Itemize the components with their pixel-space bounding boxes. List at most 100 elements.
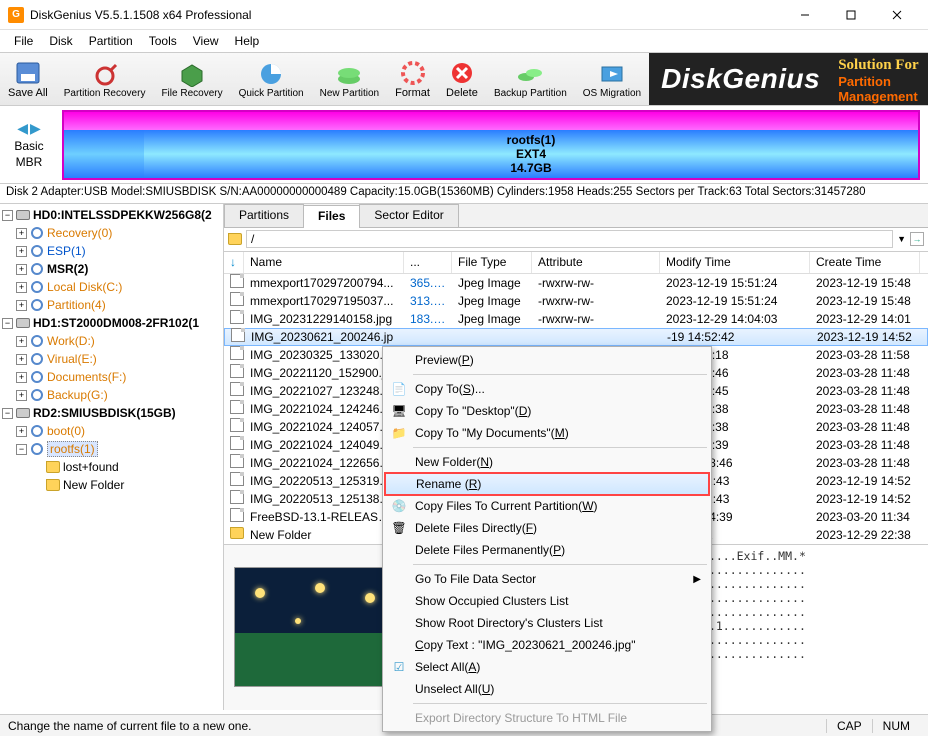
ctx-delete-direct[interactable]: 🗑Delete Files Directly(F) [385, 517, 709, 539]
banner-line2: Partition Management & Data R [838, 74, 928, 106]
disk-mode: Basic [14, 139, 43, 153]
check-icon: ☑ [391, 659, 407, 675]
ctx-rename[interactable]: Rename (R) [385, 473, 709, 495]
file-row[interactable]: mmexport170297195037...313.5...Jpeg Imag… [224, 292, 928, 310]
ctx-root-clusters[interactable]: Show Root Directory's Clusters List [385, 612, 709, 634]
ctx-select-all[interactable]: ☑Select All(A) [385, 656, 709, 678]
status-message: Change the name of current file to a new… [8, 719, 252, 733]
tree-work[interactable]: Work(D:) [47, 334, 95, 348]
tb-os-migration[interactable]: OS Migration [575, 53, 649, 105]
disk-mbr: MBR [16, 155, 43, 169]
tree-localdisk[interactable]: Local Disk(C:) [47, 280, 122, 294]
disk-icon: 💿 [391, 498, 407, 514]
col-arrow[interactable]: ↓ [224, 252, 244, 273]
submenu-arrow-icon: ▶ [693, 574, 701, 585]
ctx-preview[interactable]: Preview(P) [385, 349, 709, 371]
context-menu: Preview(P) 📄Copy To(S)... 🖥Copy To "Desk… [382, 346, 712, 732]
col-mtime[interactable]: Modify Time [660, 252, 810, 273]
ctx-copy-current[interactable]: 💿Copy Files To Current Partition(W) [385, 495, 709, 517]
ctx-export-html: Export Directory Structure To HTML File [385, 707, 709, 729]
tb-new-partition[interactable]: New Partition [312, 53, 387, 105]
path-input[interactable] [246, 230, 893, 248]
menu-help[interactable]: Help [227, 32, 268, 50]
tree-virual[interactable]: Virual(E:) [47, 352, 97, 366]
ctx-unselect-all[interactable]: Unselect All(U) [385, 678, 709, 700]
col-attr[interactable]: Attribute [532, 252, 660, 273]
tree-rootfs[interactable]: rootfs(1) [47, 441, 98, 457]
tb-part-recovery[interactable]: Partition Recovery [56, 53, 154, 105]
tree-boot[interactable]: boot(0) [47, 424, 85, 438]
tb-quick-partition[interactable]: Quick Partition [231, 53, 312, 105]
desktop-icon: 🖥 [391, 403, 407, 419]
go-button[interactable]: → [910, 232, 924, 246]
maximize-button[interactable] [828, 0, 874, 30]
menu-disk[interactable]: Disk [41, 32, 80, 50]
menu-tools[interactable]: Tools [141, 32, 185, 50]
tb-delete[interactable]: Delete [438, 53, 486, 105]
tabs: Partitions Files Sector Editor [224, 204, 928, 228]
tb-backup-partition[interactable]: Backup Partition [486, 53, 575, 105]
close-button[interactable] [874, 0, 920, 30]
file-row[interactable]: mmexport170297200794...365.5...Jpeg Imag… [224, 274, 928, 292]
ctx-delete-perm[interactable]: Delete Files Permanently(P) [385, 539, 709, 561]
disk-map-row: ◀ ▶ Basic MBR rootfs(1) EXT4 14.7GB [0, 106, 928, 184]
menu-file[interactable]: File [6, 32, 41, 50]
tree-lostfound[interactable]: lost+found [63, 460, 119, 474]
tree-msr[interactable]: MSR(2) [47, 262, 88, 276]
col-type[interactable]: File Type [452, 252, 532, 273]
tb-save-all[interactable]: Save All [0, 53, 56, 105]
tree-disk1[interactable]: HD1:ST2000DM008-2FR102(1 [33, 316, 199, 330]
toolbar: Save All Partition Recovery File Recover… [0, 52, 928, 106]
col-name[interactable]: Name [244, 252, 404, 273]
tab-partitions[interactable]: Partitions [224, 204, 304, 227]
ctx-copy-text[interactable]: Copy Text : "IMG_20230621_200246.jpg" [385, 634, 709, 656]
banner-line1: All-In-One Solution For [838, 53, 928, 74]
menu-partition[interactable]: Partition [81, 32, 141, 50]
file-row[interactable]: IMG_20230621_200246.jp-19 14:52:422023-1… [224, 328, 928, 346]
tb-file-recovery[interactable]: File Recovery [153, 53, 230, 105]
ctx-copy-desktop[interactable]: 🖥Copy To "Desktop"(D) [385, 400, 709, 422]
delete-icon: 🗑 [391, 520, 407, 536]
ctx-occupied-clusters[interactable]: Show Occupied Clusters List [385, 590, 709, 612]
ctx-copy-docs[interactable]: 📁Copy To "My Documents"(M) [385, 422, 709, 444]
status-num: NUM [872, 719, 920, 733]
disk-info: Disk 2 Adapter:USB Model:SMIUSBDISK S/N:… [0, 184, 928, 204]
app-icon: G [8, 7, 24, 23]
ctx-copy-to[interactable]: 📄Copy To(S)... [385, 378, 709, 400]
next-disk-icon[interactable]: ▶ [30, 120, 41, 137]
partition-seg-rootfs[interactable]: rootfs(1) EXT4 14.7GB [144, 130, 918, 178]
partition-seg-boot[interactable] [64, 130, 144, 178]
disk-tree[interactable]: −HD0:INTELSSDPEKKW256G8(2 +Recovery(0) +… [0, 204, 224, 710]
tree-esp[interactable]: ESP(1) [47, 244, 86, 258]
path-bar: ▼ → [224, 228, 928, 252]
status-cap: CAP [826, 719, 872, 733]
tree-newfolder[interactable]: New Folder [63, 478, 124, 492]
tree-partition4[interactable]: Partition(4) [47, 298, 106, 312]
folder-icon [228, 233, 242, 245]
col-ctime[interactable]: Create Time [810, 252, 920, 273]
banner: DiskGenius All-In-One Solution For Parti… [649, 53, 928, 105]
tree-recovery[interactable]: Recovery(0) [47, 226, 112, 240]
ctx-goto-sector[interactable]: Go To File Data Sector▶ [385, 568, 709, 590]
tree-disk0[interactable]: HD0:INTELSSDPEKKW256G8(2 [33, 208, 212, 222]
title-bar: G DiskGenius V5.5.1.1508 x64 Professiona… [0, 0, 928, 30]
file-row[interactable]: IMG_20231229140158.jpg183.9...Jpeg Image… [224, 310, 928, 328]
tab-sector-editor[interactable]: Sector Editor [359, 204, 458, 227]
tab-files[interactable]: Files [303, 205, 360, 228]
menu-view[interactable]: View [185, 32, 227, 50]
tree-backup[interactable]: Backup(G:) [47, 388, 108, 402]
tb-format[interactable]: Format [387, 53, 438, 105]
ctx-new-folder[interactable]: New Folder(N) [385, 451, 709, 473]
expander-icon[interactable]: − [2, 210, 13, 221]
tree-documents[interactable]: Documents(F:) [47, 370, 126, 384]
menu-bar: File Disk Partition Tools View Help [0, 30, 928, 52]
minimize-button[interactable] [782, 0, 828, 30]
dropdown-icon[interactable]: ▼ [897, 234, 906, 244]
disk-nav: ◀ ▶ Basic MBR [4, 120, 54, 169]
col-size[interactable]: ... [404, 252, 452, 273]
disk-map[interactable]: rootfs(1) EXT4 14.7GB [62, 110, 920, 180]
prev-disk-icon[interactable]: ◀ [17, 120, 28, 137]
banner-logo: DiskGenius [661, 63, 820, 95]
tree-disk2[interactable]: RD2:SMIUSBDISK(15GB) [33, 406, 176, 420]
folder-icon: 📁 [391, 425, 407, 441]
